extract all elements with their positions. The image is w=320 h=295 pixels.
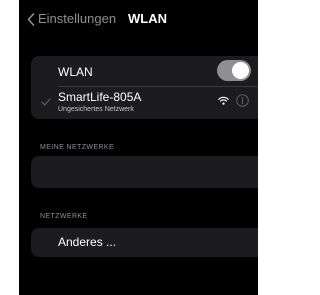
navigation-bar: Einstellungen WLAN	[19, 0, 258, 36]
checkmark-icon	[41, 98, 51, 106]
toggle-knob	[232, 62, 249, 79]
wlan-toggle[interactable]	[217, 60, 251, 81]
chevron-left-icon	[27, 12, 35, 26]
network-name: SmartLife-805A	[58, 90, 142, 104]
networks-header: NETZWERKE	[40, 213, 88, 220]
wifi-icon	[218, 96, 229, 105]
network-security-label: Ungesichertes Netzwerk	[58, 106, 134, 113]
other-network-label: Anderes ...	[58, 235, 117, 249]
wlan-toggle-label: WLAN	[58, 65, 93, 79]
other-network-button[interactable]: Anderes ...	[31, 228, 258, 257]
my-networks-header: MEINE NETZWERKE	[40, 144, 115, 151]
back-button[interactable]: Einstellungen	[27, 11, 116, 27]
divider	[58, 86, 258, 87]
info-icon[interactable]	[236, 94, 249, 107]
wlan-group: WLAN SmartLife-805A Ungesichertes Netzwe…	[31, 56, 258, 119]
my-networks-list	[31, 156, 258, 188]
wlan-settings-screen: Einstellungen WLAN WLAN SmartLife-805A U…	[19, 0, 258, 295]
back-button-label: Einstellungen	[38, 11, 117, 26]
page-title: WLAN	[128, 11, 167, 26]
